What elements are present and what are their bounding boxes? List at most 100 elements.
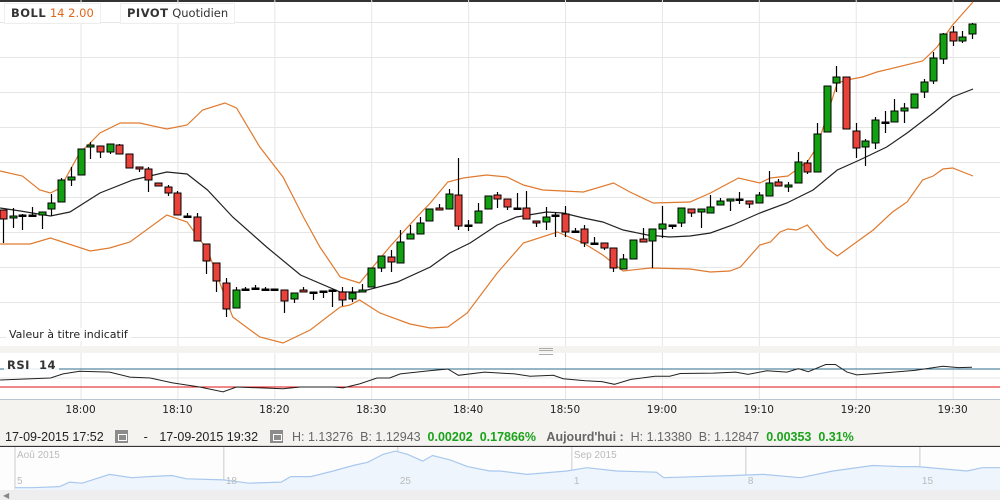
panel-resize-handle-icon[interactable] (539, 348, 553, 355)
candle-body (765, 182, 774, 197)
x-tick-label: 18:20 (259, 404, 290, 416)
top-border (0, 0, 1000, 2)
candle-body (813, 133, 822, 173)
candle-body (890, 110, 899, 123)
candle-body (406, 233, 415, 240)
pivot-period: Quotidien (172, 6, 229, 20)
x-tick-label: 18:30 (356, 404, 387, 416)
candle-body (571, 230, 580, 233)
candle-body (125, 153, 134, 169)
today-high: H: 1.13380 (630, 430, 692, 444)
candle-body (396, 241, 405, 264)
boll-period: 14 (49, 6, 65, 20)
bollinger-legend[interactable]: BOLL 14 2.00 (4, 3, 101, 24)
candle (115, 144, 124, 155)
candle-body (842, 76, 851, 130)
candle-body (735, 198, 744, 201)
candle-body (474, 210, 483, 224)
x-tick-label: 18:50 (549, 404, 581, 416)
candle-body (348, 292, 357, 300)
candle-body (338, 291, 347, 301)
candle-body (299, 289, 308, 293)
chart-canvas[interactable] (0, 0, 1000, 500)
range-from[interactable]: 17-09-2015 17:52 (5, 428, 104, 446)
candle (125, 153, 134, 169)
candle-body (629, 239, 638, 260)
candle-body (164, 186, 173, 194)
rsi-panel (0, 353, 1000, 399)
candle-body (464, 224, 473, 227)
candle-body (803, 162, 812, 173)
scroll-left-arrow-icon[interactable]: ◀ (3, 491, 9, 500)
candle-body (115, 144, 124, 155)
candle-body (600, 242, 609, 249)
candle (629, 239, 638, 260)
candle-body (881, 121, 890, 124)
candle-body (435, 207, 444, 211)
pivot-legend[interactable]: PIVOT Quotidien (120, 3, 236, 24)
navigator-label: 18 (225, 476, 237, 487)
candle (609, 247, 618, 272)
candle-body (619, 258, 628, 270)
range-high: H: 1.13276 (292, 430, 354, 444)
candle-body (658, 223, 667, 230)
candle-body (784, 184, 793, 188)
x-tick-label: 18:40 (452, 404, 484, 416)
candle-body (513, 207, 522, 210)
candle-body (745, 200, 754, 205)
x-tick-label: 18:10 (162, 404, 193, 416)
candle (270, 288, 279, 291)
candle-body (687, 208, 696, 214)
candle-body (202, 243, 211, 262)
candle (484, 195, 493, 210)
candle-body (949, 31, 958, 42)
candle (910, 93, 919, 109)
candle-body (726, 198, 735, 202)
candle-body (106, 143, 115, 153)
candle-body (86, 144, 95, 148)
candle (367, 267, 376, 288)
navigator-label: 1 (573, 476, 580, 487)
candle-body (0, 209, 8, 220)
candle-body (183, 215, 192, 218)
today-label: Aujourd'hui : (546, 430, 624, 444)
candle-body (232, 289, 241, 309)
navigator-label: 15 (921, 476, 934, 487)
navigator-label: 25 (399, 476, 411, 487)
candle-body (794, 161, 803, 184)
candle-body (900, 107, 909, 112)
candle-body (542, 216, 551, 223)
candle-body (290, 292, 299, 300)
range-separator: - (143, 430, 148, 444)
candle-body (939, 33, 948, 60)
candle-body (580, 228, 589, 244)
navigator-scrollbar[interactable] (0, 490, 1000, 500)
navigator-label: 8 (747, 476, 754, 487)
navigator-label: Aoû 2015 (17, 450, 60, 461)
candle (232, 287, 241, 309)
candle-body (416, 222, 425, 235)
candle-body (9, 215, 18, 219)
candle-body (493, 194, 502, 200)
candle-body (910, 93, 919, 109)
calendar-icon[interactable] (115, 430, 129, 443)
candle-body (193, 216, 202, 242)
x-tick-label: 19:30 (937, 404, 968, 416)
candle-body (639, 238, 648, 243)
candle-body (328, 289, 337, 292)
today-change-pct: 0.31% (818, 430, 854, 444)
calendar-icon[interactable] (269, 430, 283, 443)
range-summary-bar: 17-09-2015 17:52 - 17-09-2015 19:32 H: 1… (0, 428, 1000, 446)
x-tick-label: 18:00 (65, 404, 96, 416)
candle-body (832, 76, 841, 84)
range-to[interactable]: 17-09-2015 19:32 (159, 428, 258, 446)
candle-body (716, 200, 725, 206)
candle-body (551, 214, 560, 217)
navigator-label: 5 (17, 476, 23, 487)
x-tick-label: 19:10 (743, 404, 774, 416)
rsi-legend[interactable]: RSI 14 (4, 358, 59, 372)
candle-body (377, 255, 386, 269)
candle-body (280, 289, 289, 302)
candle-body (929, 57, 938, 82)
candle (425, 208, 434, 222)
